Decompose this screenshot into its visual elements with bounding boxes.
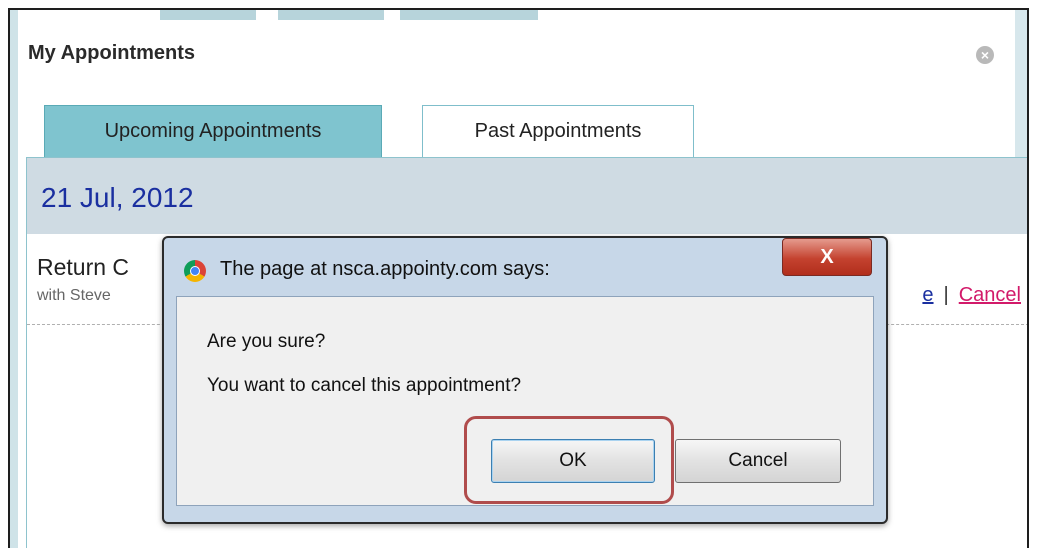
ok-highlight-annotation	[464, 416, 674, 504]
date-header: 21 Jul, 2012	[27, 158, 1027, 234]
background-tab-strip	[278, 10, 384, 20]
background-tab-strip	[400, 10, 538, 20]
close-icon[interactable]: ×	[976, 46, 994, 64]
appointments-window: My Appointments × Upcoming Appointments …	[8, 8, 1029, 548]
dialog-titlebar: The page at nsca.appointy.com says: X	[164, 238, 886, 296]
dialog-title: The page at nsca.appointy.com says:	[220, 258, 550, 280]
appointment-date: 21 Jul, 2012	[41, 182, 194, 213]
cancel-button[interactable]: Cancel	[675, 439, 841, 483]
dialog-message-line-1: Are you sure?	[207, 331, 326, 352]
reschedule-link[interactable]: e	[922, 284, 933, 306]
chrome-icon	[184, 260, 206, 282]
dialog-message-line-2: You want to cancel this appointment?	[207, 375, 522, 396]
tab-upcoming-appointments[interactable]: Upcoming Appointments	[44, 105, 382, 157]
appointment-actions: e | Cancel	[922, 284, 1021, 307]
tab-past-appointments[interactable]: Past Appointments	[422, 105, 694, 157]
left-edge	[10, 10, 18, 548]
action-separator: |	[943, 284, 949, 306]
dialog-close-button[interactable]: X	[782, 238, 872, 276]
panel-title: My Appointments	[28, 42, 196, 64]
appointment-provider: with Steve	[37, 287, 111, 304]
appointment-title: Return C	[37, 254, 130, 280]
background-tab-strip	[160, 10, 256, 20]
cancel-appointment-link[interactable]: Cancel	[959, 284, 1021, 306]
